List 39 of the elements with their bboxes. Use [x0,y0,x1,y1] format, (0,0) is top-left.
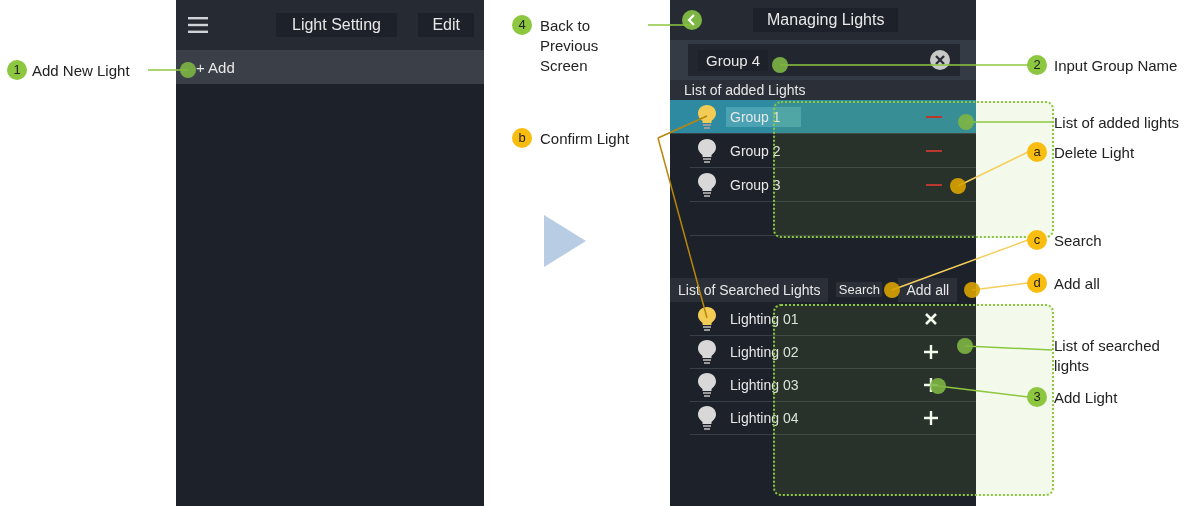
callout-label: Back to Previous Screen [540,16,600,76]
callout-label: List of searched lights [1054,336,1161,376]
light-list-item[interactable]: Lighting 01 [690,303,976,336]
edit-button[interactable]: Edit [418,13,474,37]
close-icon[interactable] [924,312,938,326]
callout-label: Add all [1054,274,1101,294]
callout-marker: 3 [1027,387,1047,407]
callout-label: Input Group Name [1054,56,1179,76]
back-icon[interactable] [682,10,702,30]
menu-icon[interactable] [188,17,208,33]
callout-marker: b [512,128,532,148]
callout-marker: 2 [1027,55,1047,75]
callout-label: Add Light [1054,388,1119,408]
next-arrow-icon [544,215,586,267]
section-header: List of added Lights [670,80,976,100]
screen-title: Managing Lights [753,8,899,32]
leader-line [647,24,693,26]
section-header: List of Searched Lights [670,277,829,302]
search-button[interactable]: Search [836,282,883,297]
light-list-item[interactable]: Group 2 [690,134,976,168]
callout-marker: c [1027,230,1047,250]
group-name-field[interactable]: Group 4 [688,44,960,76]
clear-icon[interactable] [930,50,950,70]
callout-label: Search [1054,231,1103,251]
leader-line [147,62,196,78]
add-all-button[interactable]: Add all [898,277,958,302]
screen-title: Light Setting [276,13,397,37]
callout-marker: 1 [7,60,27,80]
callout-label: Confirm Light [540,129,631,149]
add-button[interactable]: + Add [194,56,237,78]
callout-label: Add New Light [32,61,131,81]
light-list-item[interactable]: Lighting 04 [690,402,976,435]
callout-label: Delete Light [1054,143,1136,163]
callout-marker: 4 [512,15,532,35]
callout-marker: a [1027,142,1047,162]
callout-label: List of added lights [1054,113,1181,133]
plus-icon[interactable] [924,345,938,359]
plus-icon[interactable] [924,411,938,425]
callout-marker: d [1027,273,1047,293]
